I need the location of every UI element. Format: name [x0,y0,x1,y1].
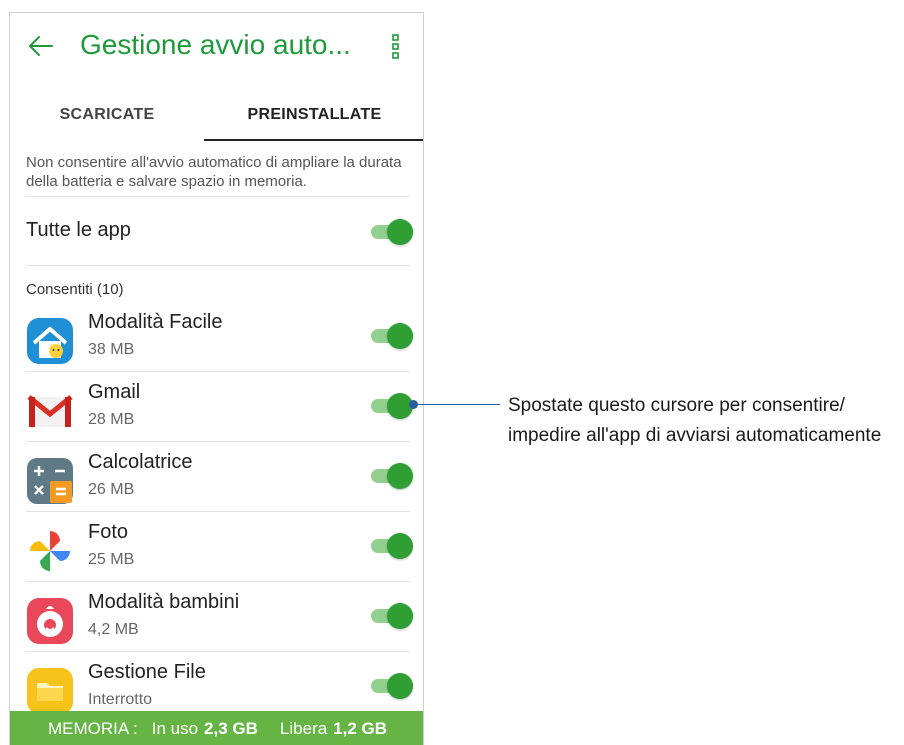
description-text: Non consentire all'avvio automatico di a… [26,154,402,190]
memory-used-value: 2,3 GB [204,718,258,738]
easy-mode-icon [27,318,73,364]
app-name: Gmail [88,381,141,403]
list-item-foto[interactable]: Foto 25 MB [10,511,423,581]
list-item-modalita-bambini[interactable]: Modalità bambini 4,2 MB [10,581,423,651]
tab-preinstallate[interactable]: PREINSTALLATE [204,89,423,141]
memory-label: MEMORIA : [47,718,138,738]
app-size: 4,2 MB [88,621,139,638]
memory-free-value: 1,2 GB [333,718,388,738]
calculator-icon [27,458,73,504]
callout-line [414,404,500,405]
app-name: Foto [88,521,129,543]
divider [26,265,410,266]
callout-line-2: impedire all'app di avviarsi automaticam… [508,425,882,446]
phone-screen: Gestione avvio auto... SCARICATE PREINST… [9,12,424,745]
app-name: Gestione File [88,661,206,683]
app-size: Interrotto [88,691,153,708]
photos-icon [30,531,70,571]
memory-used-label: In uso [151,718,199,738]
app-bar: Gestione avvio auto... [10,13,423,89]
all-apps-row[interactable]: Tutte le app [10,197,423,265]
file-manager-icon [27,668,73,714]
section-header-allowed: Consentiti (10) [26,281,124,298]
app-name: Modalità Facile [88,311,223,333]
app-name: Modalità bambini [88,591,240,613]
app-size: 38 MB [88,341,135,358]
autostart-toggle[interactable] [371,603,413,629]
app-size: 25 MB [88,551,135,568]
callout-line-1: Spostate questo cursore per consentire/ [508,395,845,416]
more-options-icon[interactable] [390,33,402,61]
kids-mode-icon [27,598,73,644]
autostart-toggle[interactable] [371,673,413,699]
autostart-toggle[interactable] [371,533,413,559]
page-title: Gestione avvio auto... [80,29,351,60]
all-apps-toggle[interactable] [371,219,413,245]
list-item-modalita-facile[interactable]: Modalità Facile 38 MB [10,301,423,371]
callout-text: Spostate questo cursore per consentire/ … [508,391,904,451]
list-item-gmail[interactable]: Gmail 28 MB [10,371,423,441]
tab-bar: SCARICATE PREINSTALLATE [10,89,423,141]
app-size: 28 MB [88,411,135,428]
app-name: Calcolatrice [88,451,193,473]
autostart-toggle[interactable] [371,323,413,349]
memory-status-bar: MEMORIA : In uso 2,3 GB Libera 1,2 GB [10,711,423,745]
autostart-toggle[interactable] [371,463,413,489]
tab-scaricate[interactable]: SCARICATE [10,89,204,141]
all-apps-label: Tutte le app [26,219,131,241]
list-item-calcolatrice[interactable]: Calcolatrice 26 MB [10,441,423,511]
back-arrow-icon[interactable] [26,31,56,61]
gmail-icon [27,395,73,427]
memory-free-label: Libera [279,718,328,738]
autostart-toggle[interactable] [371,393,413,419]
tab-indicator [204,139,423,141]
app-size: 26 MB [88,481,135,498]
